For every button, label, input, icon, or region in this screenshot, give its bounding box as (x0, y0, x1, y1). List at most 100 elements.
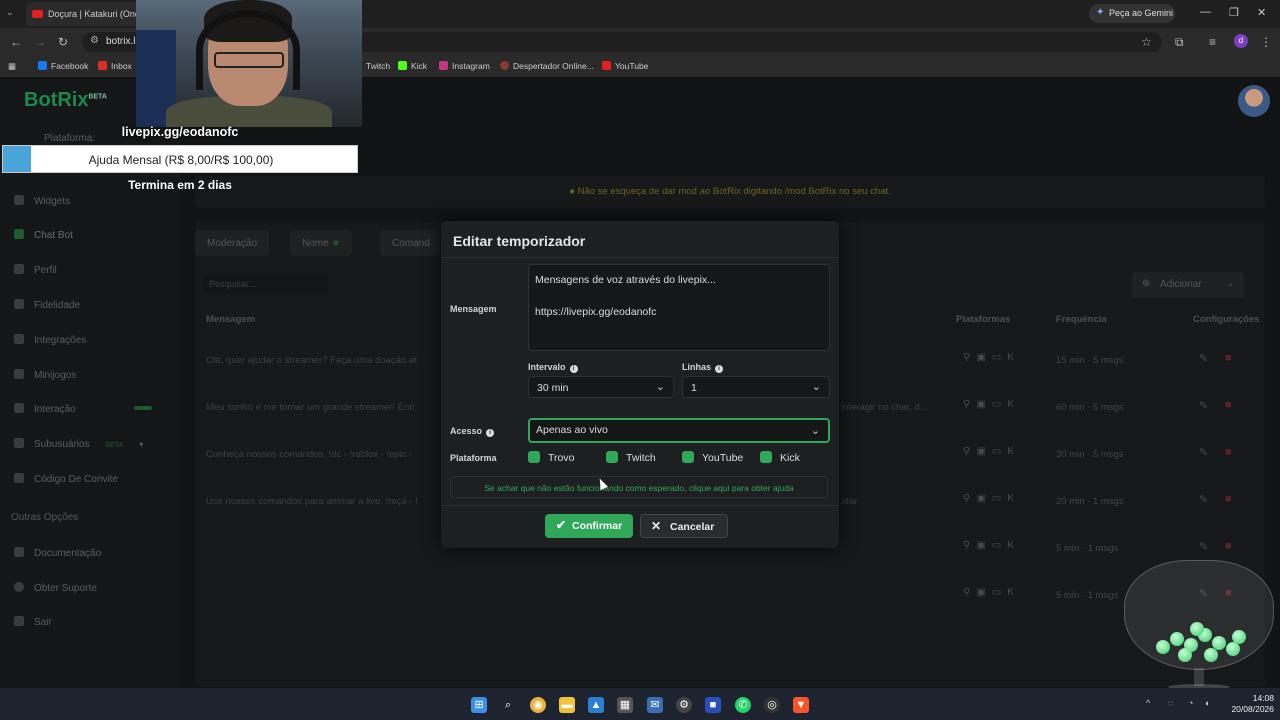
profile-avatar[interactable]: d (1234, 34, 1248, 48)
sidebar-item-chat-bot[interactable]: Chat Bot (14, 229, 73, 241)
access-select[interactable]: Apenas ao vivo ⌄ (528, 418, 830, 443)
checkbox-trovo[interactable]: Trovo (528, 451, 574, 464)
settings-icon[interactable]: ⚙ (676, 697, 692, 713)
edit-icon[interactable]: ✎ (1199, 446, 1208, 459)
sidebar-item-minigames[interactable]: Minijogos (14, 369, 76, 381)
network-icon[interactable]: ◌ (1168, 698, 1173, 708)
chevron-down-icon[interactable]: ⌄ (1226, 278, 1234, 289)
search-input[interactable]: Pesquisar... (203, 274, 328, 294)
lines-select[interactable]: 1 ⌄ (682, 376, 830, 398)
kick-icon (398, 61, 407, 70)
back-icon[interactable]: ← (10, 35, 22, 49)
platform-icons: ⚲▣▭K (963, 399, 1020, 410)
sidebar-item-interaction[interactable]: Interação (14, 403, 152, 415)
mail-icon[interactable]: ✉ (647, 697, 663, 713)
file-explorer-icon[interactable]: ▬ (559, 697, 575, 713)
brave-icon[interactable]: ▼ (793, 697, 809, 713)
obs-icon[interactable]: ◎ (764, 697, 780, 713)
chevron-down-icon: ⌄ (811, 381, 821, 393)
bookmark-instagram[interactable]: Instagram (439, 61, 490, 71)
edit-icon[interactable]: ✎ (1199, 352, 1208, 365)
bookmark-facebook[interactable]: Facebook (38, 61, 88, 71)
bookmark-youtube[interactable]: YouTube (602, 61, 648, 71)
sidebar-item-integrations[interactable]: Integrações (14, 334, 86, 346)
checkbox-checked (528, 451, 540, 463)
gemini-button[interactable]: ✦ Peça ao Gemini (1089, 4, 1175, 23)
menu-kebab-icon[interactable]: ⋮ (1260, 35, 1272, 49)
sidebar-item-loyalty[interactable]: Fidelidade (14, 299, 80, 311)
site-info-icon[interactable]: ⚙ (90, 35, 99, 46)
trash-icon[interactable]: ■ (1225, 493, 1232, 505)
sidebar-item-support[interactable]: Obter Suporte (14, 582, 97, 594)
chat-bot-icon (14, 229, 24, 239)
close-window-icon[interactable]: ✕ (1257, 6, 1266, 19)
tab-commands[interactable]: Comand (380, 230, 440, 256)
sidebar-item-docs[interactable]: Documentação (14, 547, 101, 559)
system-clock[interactable]: 14:08 20/08/2026 (1222, 693, 1274, 715)
trash-icon[interactable]: ■ (1225, 446, 1232, 458)
tab-moderation[interactable]: Moderação (195, 230, 270, 256)
sidebar-item-profile[interactable]: Perfil (14, 264, 57, 276)
photos-icon[interactable]: ▲ (588, 697, 604, 713)
edit-icon[interactable]: ✎ (1199, 540, 1208, 553)
chrome-icon[interactable]: ◉ (530, 697, 546, 713)
plus-icon: ⊕ (1142, 278, 1151, 289)
windows-taskbar: ⊞ ⌕ ◉ ▬ ▲ ▦ ✉ ⚙ ■ ✆ ◎ ▼ ^ ◌ ◔ ◖ 14:08 20… (0, 688, 1280, 720)
whatsapp-icon[interactable]: ✆ (735, 697, 751, 713)
checkbox-checked (760, 451, 772, 463)
reading-list-icon[interactable]: ≡ (1209, 35, 1216, 49)
search-icon[interactable]: ⌕ (500, 697, 516, 713)
divider (441, 257, 839, 258)
tab-search-icon[interactable]: ⌄ (6, 7, 20, 21)
sidebar-item-subusers[interactable]: Subusuários BETA ▾ (14, 438, 143, 450)
bookmark-kick[interactable]: Kick (398, 61, 427, 71)
apps-grid-icon[interactable]: ▦ (8, 61, 16, 72)
add-button[interactable]: ⊕ Adicionar ⌄ (1132, 272, 1244, 298)
checkbox-twitch[interactable]: Twitch (606, 451, 656, 464)
webcam-overlay (136, 0, 362, 127)
extensions-icon[interactable]: ⧉ (1175, 35, 1184, 50)
wifi-icon[interactable]: ◔ (1188, 698, 1193, 708)
message-textarea[interactable]: Mensagens de voz através do livepix... h… (528, 264, 830, 351)
interval-label: Intervalo i (528, 362, 578, 373)
trash-icon[interactable]: ■ (1225, 540, 1232, 552)
confirm-button[interactable]: ✔ Confirmar (545, 514, 633, 538)
botrix-logo: BotRixBETA (24, 89, 107, 111)
tab-name[interactable]: Nome ★ (290, 230, 353, 256)
sidebar-item-widgets[interactable]: Widgets (14, 195, 70, 207)
checkbox-kick[interactable]: Kick (760, 451, 800, 464)
bookmark-twitch[interactable]: Twitch (366, 61, 390, 71)
sidebar-item-logout[interactable]: Sair (14, 616, 52, 628)
volume-icon[interactable]: ◖ (1204, 698, 1209, 708)
check-icon: ✔ (556, 518, 567, 532)
windows-start-icon[interactable]: ⊞ (471, 697, 487, 713)
minimize-icon[interactable]: — (1200, 6, 1211, 18)
other-options-heading: Outras Opções (11, 512, 79, 523)
bookmark-inbox[interactable]: Inbox (98, 61, 132, 71)
user-avatar[interactable] (1238, 85, 1270, 117)
forward-icon[interactable]: → (34, 35, 46, 49)
cancel-button[interactable]: ✕ Cancelar (640, 514, 728, 538)
bookmark-despertador[interactable]: Despertador Online... (500, 61, 594, 71)
edit-icon[interactable]: ✎ (1199, 399, 1208, 412)
goblet-ball (1178, 648, 1192, 662)
youtube-icon (602, 61, 611, 70)
close-icon: ✕ (651, 519, 662, 533)
sidebar-item-invite-code[interactable]: Código De Convite (14, 473, 118, 485)
bookmark-star-icon[interactable]: ☆ (1141, 35, 1152, 49)
donation-goal-text: Ajuda Mensal (R$ 8,00/R$ 100,00) (88, 153, 274, 167)
edit-icon[interactable]: ✎ (1199, 493, 1208, 506)
trash-icon[interactable]: ■ (1225, 352, 1232, 364)
column-platforms: Plataformas (956, 314, 1011, 325)
interval-select[interactable]: 30 min ⌄ (528, 376, 674, 398)
calculator-icon[interactable]: ▦ (617, 697, 633, 713)
tray-chevron-icon[interactable]: ^ (1146, 698, 1150, 708)
restore-icon[interactable]: ❐ (1229, 6, 1239, 19)
platform-label: Plataforma (450, 453, 497, 463)
checkbox-youtube[interactable]: YouTube (682, 451, 743, 464)
reload-icon[interactable]: ↻ (58, 35, 68, 49)
help-link[interactable]: Se achar que não estão funcionando como … (450, 476, 828, 498)
store-icon[interactable]: ■ (705, 697, 721, 713)
trash-icon[interactable]: ■ (1225, 399, 1232, 411)
star-icon: ★ (331, 238, 341, 249)
